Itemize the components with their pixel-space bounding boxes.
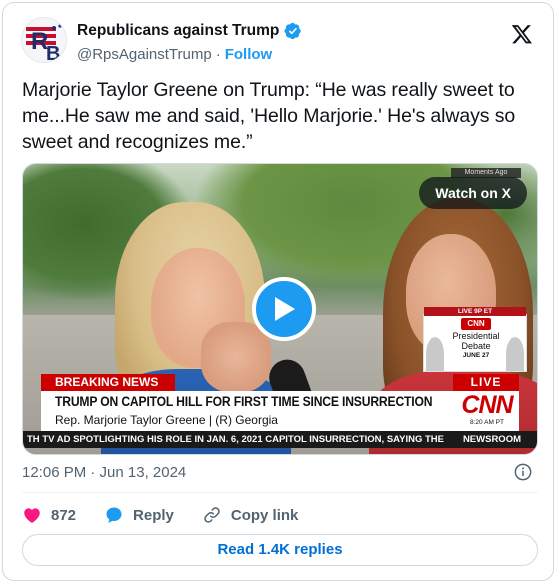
debate-promo: LIVE 9P ET CNN Presidential Debate JUNE … — [423, 307, 527, 372]
chyron: TRUMP ON CAPITOL HILL FOR FIRST TIME SIN… — [41, 391, 519, 431]
video-person-left-hand — [201, 322, 271, 392]
tweet-card: R B Republicans against Trump @RpsAgains… — [2, 2, 554, 581]
verified-badge-icon — [284, 22, 302, 40]
live-badge: LIVE — [453, 374, 519, 391]
action-bar: 872 Reply Copy link — [22, 503, 326, 527]
reply-icon — [106, 507, 122, 523]
author-name-row: Republicans against Trump — [77, 22, 302, 40]
link-icon — [204, 507, 220, 523]
news-ticker: TH TV AD SPOTLIGHTING HIS ROLE IN JAN. 6… — [23, 431, 537, 448]
follow-button[interactable]: Follow — [225, 46, 273, 63]
tweet-text: Marjorie Taylor Greene on Trump: “He was… — [22, 79, 516, 153]
ticker-tag: NEWSROOM — [458, 431, 525, 448]
ticker-text: TH TV AD SPOTLIGHTING HIS ROLE IN JAN. 6… — [27, 434, 445, 445]
heart-icon — [24, 508, 40, 523]
svg-text:B: B — [46, 43, 60, 63]
post-timestamp[interactable]: 12:06 PM · Jun 13, 2024 — [22, 464, 186, 481]
avatar[interactable]: R B — [21, 17, 67, 63]
chyron-time: 8:20 AM PT — [470, 419, 504, 426]
promo-candidate-left — [426, 337, 444, 371]
promo-date: JUNE 27 — [462, 352, 490, 359]
network-logo: CNN — [461, 391, 513, 419]
info-icon[interactable] — [513, 462, 533, 482]
handle-row: @RpsAgainstTrump · Follow — [77, 46, 272, 63]
watch-on-x-button[interactable]: Watch on X — [419, 177, 527, 209]
promo-candidate-right — [506, 337, 524, 371]
promo-live-tag: LIVE 9P ET — [424, 307, 526, 316]
handle-separator: · — [215, 46, 221, 63]
read-replies-button[interactable]: Read 1.4K replies — [22, 534, 538, 566]
x-logo-icon[interactable] — [511, 23, 533, 45]
play-icon — [275, 297, 295, 321]
copy-link-label: Copy link — [230, 506, 299, 524]
chyron-headline: TRUMP ON CAPITOL HILL FOR FIRST TIME SIN… — [55, 394, 433, 409]
author-name[interactable]: Republicans against Trump — [77, 22, 279, 40]
author-handle[interactable]: @RpsAgainstTrump — [77, 46, 212, 63]
copy-link-button[interactable]: Copy link — [202, 505, 299, 525]
like-count: 872 — [51, 506, 77, 524]
avatar-logo: R B — [22, 18, 66, 63]
like-button[interactable]: 872 — [22, 505, 76, 525]
reply-button[interactable]: Reply — [104, 505, 174, 525]
promo-network-logo: CNN — [461, 318, 491, 330]
divider — [22, 492, 538, 493]
breaking-news-banner: BREAKING NEWS — [41, 374, 175, 391]
video-player[interactable]: Moments Ago Watch on X LIVE 9P ET CNN Pr… — [22, 163, 538, 455]
promo-title: Presidential Debate — [452, 331, 500, 351]
chyron-subline: Rep. Marjorie Taylor Greene | (R) Georgi… — [55, 413, 278, 427]
reply-label: Reply — [133, 506, 174, 524]
play-button[interactable] — [252, 277, 316, 341]
